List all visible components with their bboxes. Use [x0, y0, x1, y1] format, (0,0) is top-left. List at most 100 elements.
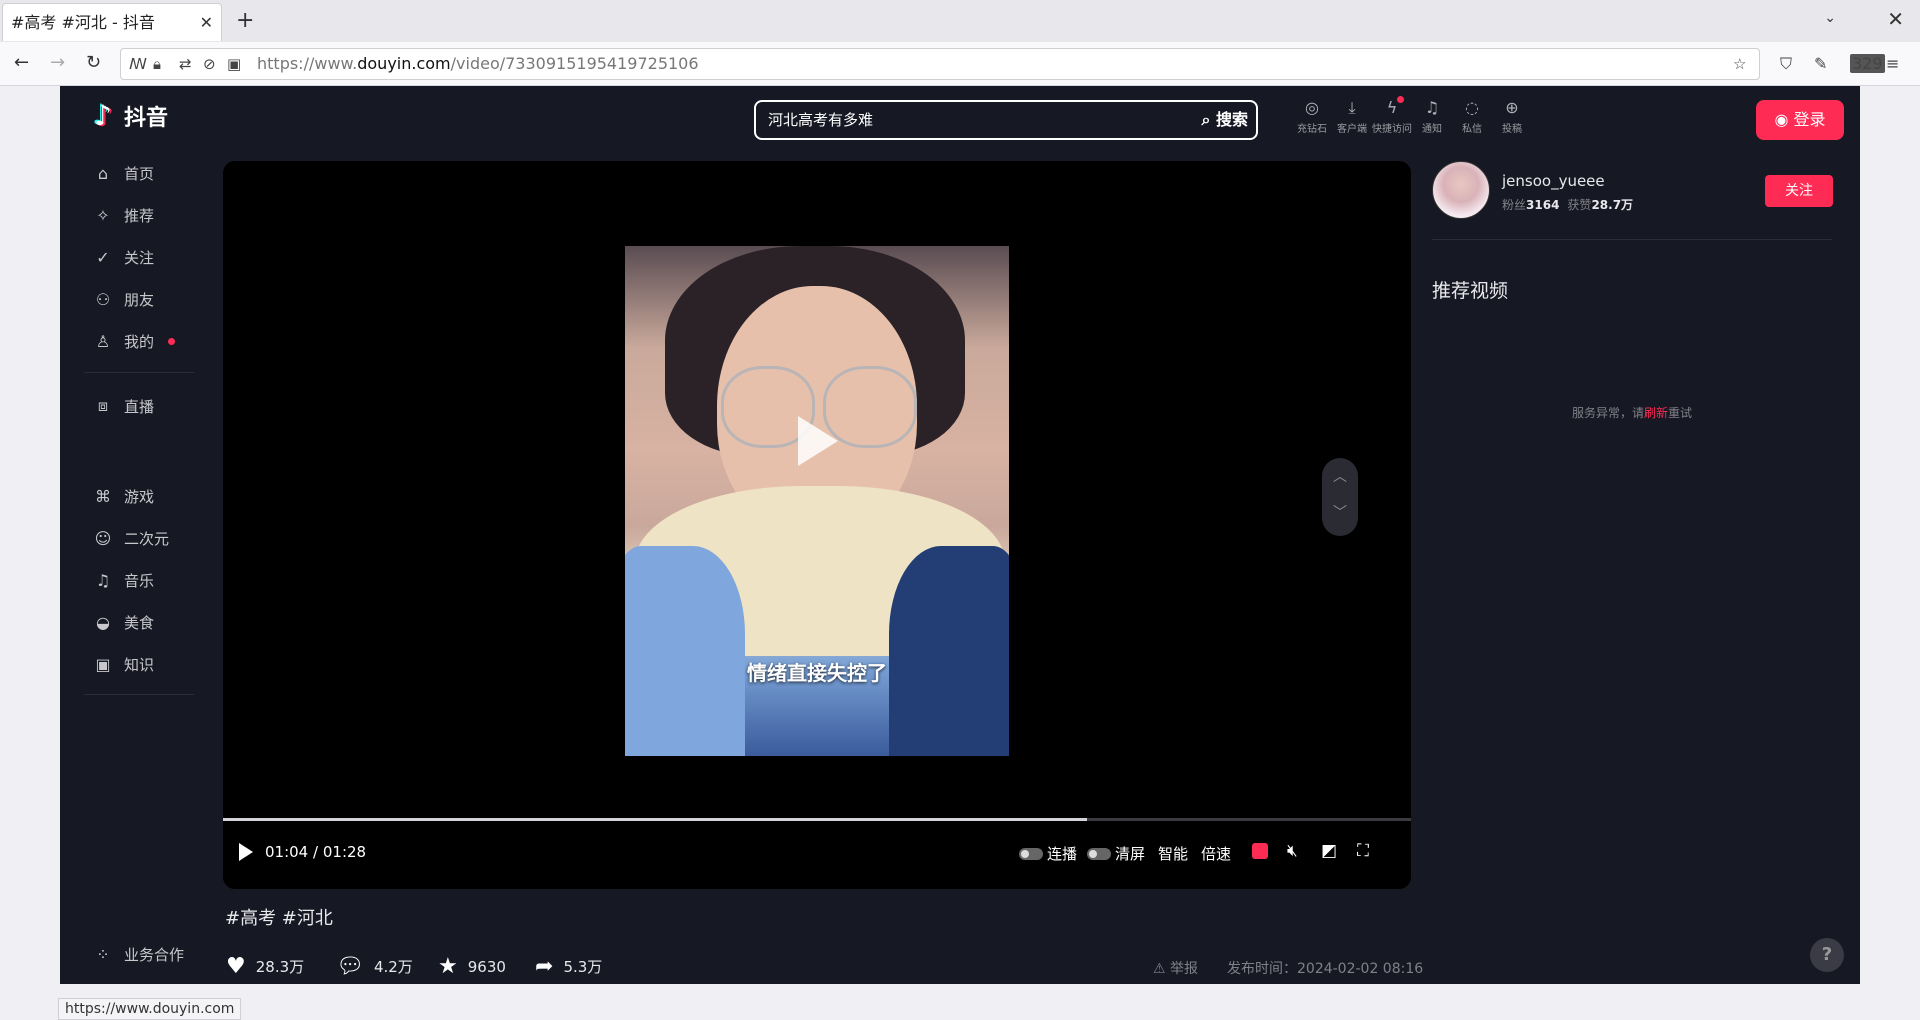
brush-icon[interactable]: ✎	[1814, 54, 1827, 73]
back-icon[interactable]: ←	[14, 52, 29, 74]
mute-icon[interactable]: 🔇︎	[1287, 841, 1298, 861]
close-tab-icon[interactable]: ✕	[200, 4, 213, 42]
search-input[interactable]	[768, 102, 1168, 138]
time-display: 01:04 / 01:28	[265, 843, 367, 861]
login-button[interactable]: ◉ 登录	[1756, 100, 1844, 140]
heart-icon: ♥	[226, 954, 246, 979]
video-tags[interactable]: #高考 #河北	[225, 904, 333, 930]
sidebar-item-food[interactable]: ◒ 美食	[94, 610, 154, 634]
author-name[interactable]: jensoo_yueee	[1502, 172, 1605, 190]
diamond-action[interactable]: ◎ 充钻石	[1292, 96, 1332, 135]
home-icon: ⌂	[97, 163, 109, 183]
search-icon: ⌕	[1201, 110, 1211, 129]
panel-divider	[1432, 239, 1832, 240]
sidebar-item-follow[interactable]: ✓ 关注	[94, 245, 154, 269]
smart-button[interactable]: 智能	[1158, 843, 1188, 864]
play-overlay-icon[interactable]	[798, 416, 838, 466]
follow-button[interactable]: 关注	[1765, 175, 1833, 207]
sidebar-item-business[interactable]: ⁘ 业务合作	[94, 944, 184, 965]
download-icon: ⤓	[1348, 98, 1356, 117]
sidebar-item-recommend[interactable]: ✧ 推荐	[94, 203, 154, 227]
forward-icon[interactable]: →	[50, 52, 65, 74]
address-bar[interactable]: ꟿ 🔒︎ ⇄ ⊘ ▣ https://www.douyin.com/video/…	[120, 48, 1760, 80]
fullscreen-icon[interactable]: ⛶	[1357, 841, 1369, 861]
sidebar-item-knowledge[interactable]: ▣ 知识	[94, 652, 154, 676]
lock-icon[interactable]: 🔒︎	[153, 55, 161, 73]
sidebar-item-anime[interactable]: ☺ 二次元	[94, 526, 169, 550]
bookmark-star-icon[interactable]: ☆	[1733, 55, 1746, 73]
sidebar-item-game[interactable]: ⌘ 游戏	[94, 484, 154, 508]
music-icon: ♫	[95, 570, 111, 590]
browser-tab[interactable]: #高考 #河北 - 抖音 ✕	[2, 3, 222, 41]
star-icon: ★	[438, 954, 458, 979]
speed-button[interactable]: 倍速	[1201, 843, 1231, 864]
game-icon: ⌘	[95, 486, 111, 506]
notification-dot	[1397, 96, 1404, 103]
knowledge-icon: ▣	[95, 654, 111, 674]
shield-icon[interactable]: ⛉	[1780, 54, 1792, 74]
video-switcher: ︿ ﹀	[1322, 458, 1358, 536]
clear-screen-toggle[interactable]: 清屏	[1087, 843, 1145, 864]
share-button[interactable]: ➦ 5.3万	[535, 954, 602, 979]
tab-list-chevron-icon[interactable]: ⌄	[1824, 10, 1836, 26]
favorite-button[interactable]: ★ 9630	[438, 954, 506, 979]
reload-icon[interactable]: ↻	[86, 52, 101, 74]
comment-button[interactable]: 💬︎ 4.2万	[336, 954, 413, 979]
search-button[interactable]: ⌕ 搜索	[1201, 102, 1248, 138]
previous-video-icon[interactable]: ︿	[1322, 466, 1358, 486]
tab-strip: #高考 #河北 - 抖音 ✕ + ⌄ ✕	[0, 0, 1920, 42]
upload-icon: ⊕	[1505, 98, 1519, 117]
next-video-icon[interactable]: ﹀	[1322, 502, 1358, 522]
douyin-logo[interactable]: 抖音	[94, 99, 168, 132]
page-info-icon[interactable]: ▣	[227, 55, 241, 73]
video-player[interactable]: 情绪直接失控了 ︿ ﹀ 01:04 / 01:28 连播 清屏 智能 倍速 🔇︎…	[223, 161, 1411, 889]
user-icon: ♙	[95, 331, 111, 351]
author-avatar[interactable]	[1432, 161, 1490, 219]
sparkle-icon: ✧	[96, 205, 110, 225]
sidebar-item-mine[interactable]: ♙ 我的	[94, 329, 176, 353]
message-action[interactable]: ◌ 私信	[1452, 96, 1492, 135]
douyin-logo-icon	[94, 99, 118, 132]
anime-icon: ☺	[94, 528, 112, 548]
bell-icon: ♫	[1424, 98, 1440, 117]
upload-action[interactable]: ⊕ 投稿	[1492, 96, 1532, 135]
window-close-icon[interactable]: ✕	[1887, 7, 1904, 31]
permissions-icon[interactable]: ⇄	[179, 55, 192, 73]
help-icon[interactable]: ?	[1810, 938, 1844, 972]
autoplay-toggle[interactable]: 连播	[1019, 843, 1077, 864]
danmaku-icon[interactable]	[1252, 843, 1268, 859]
unread-dot	[168, 337, 176, 345]
client-action[interactable]: ⤓ 客户端	[1332, 96, 1372, 135]
friends-icon: ⚇	[95, 289, 111, 309]
food-icon: ◒	[96, 612, 110, 632]
sidebar-divider	[84, 372, 194, 373]
picture-in-picture-icon[interactable]: ◩	[1321, 841, 1337, 861]
warning-icon: ⚠	[1153, 961, 1166, 977]
bolt-icon: ϟ	[1386, 98, 1398, 117]
status-bar-url: https://www.douyin.com	[58, 998, 242, 1020]
refresh-link[interactable]: 刷新	[1644, 406, 1668, 420]
sidebar-item-friends[interactable]: ⚇ 朋友	[94, 287, 154, 311]
sidebar-item-home[interactable]: ⌂ 首页	[94, 161, 154, 185]
author-stats: 粉丝3164 获赞28.7万	[1502, 198, 1634, 212]
url-text[interactable]: https://www.douyin.com/video/73309151954…	[257, 49, 699, 79]
notify-action[interactable]: ♫ 通知	[1412, 96, 1452, 135]
tracking-icon[interactable]: ⊘	[203, 55, 216, 73]
user-icon: ◉	[1774, 110, 1789, 129]
recommend-title: 推荐视频	[1432, 280, 1509, 302]
extension-icon[interactable]: ꟿ	[129, 55, 147, 73]
menu-icon[interactable]: ≡	[1886, 54, 1899, 73]
play-icon[interactable]	[239, 843, 253, 861]
search-box[interactable]: ⌕ 搜索	[754, 100, 1258, 140]
publish-time: 发布时间：2024-02-02 08:16	[1227, 961, 1424, 977]
report-button[interactable]: ⚠ 举报	[1153, 958, 1198, 978]
follow-icon: ✓	[96, 247, 110, 267]
quick-access-action[interactable]: ϟ 快捷访问	[1372, 96, 1412, 135]
sidebar-item-live[interactable]: ⧈ 直播	[94, 394, 154, 418]
new-tab-icon[interactable]: +	[236, 8, 254, 34]
sidebar-divider	[84, 694, 194, 695]
chat-icon: ◌	[1465, 98, 1479, 117]
like-button[interactable]: ♥ 28.3万	[226, 954, 304, 979]
sidebar-item-music[interactable]: ♫ 音乐	[94, 568, 154, 592]
comment-icon: 💬︎	[336, 954, 364, 979]
